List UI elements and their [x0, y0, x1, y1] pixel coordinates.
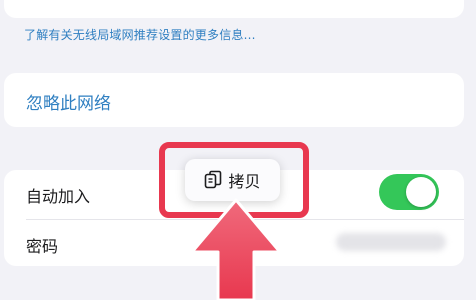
forget-network-label: 忽略此网络 [26, 94, 111, 114]
auto-join-toggle[interactable] [379, 174, 439, 210]
network-info-card [4, 0, 464, 18]
auto-join-label: 自动加入 [26, 187, 91, 206]
copy-icon [205, 170, 222, 189]
password-label: 密码 [26, 237, 59, 256]
more-info-link[interactable]: 了解有关无线局域网推荐设置的更多信息... [24, 26, 256, 43]
copy-menu-button[interactable]: 拷贝 [185, 159, 280, 201]
annotation-arrow [190, 198, 282, 300]
copy-label: 拷贝 [228, 172, 261, 191]
toggle-knob [406, 177, 436, 207]
forget-network-row[interactable]: 忽略此网络 [4, 73, 464, 127]
password-field[interactable] [336, 233, 446, 251]
